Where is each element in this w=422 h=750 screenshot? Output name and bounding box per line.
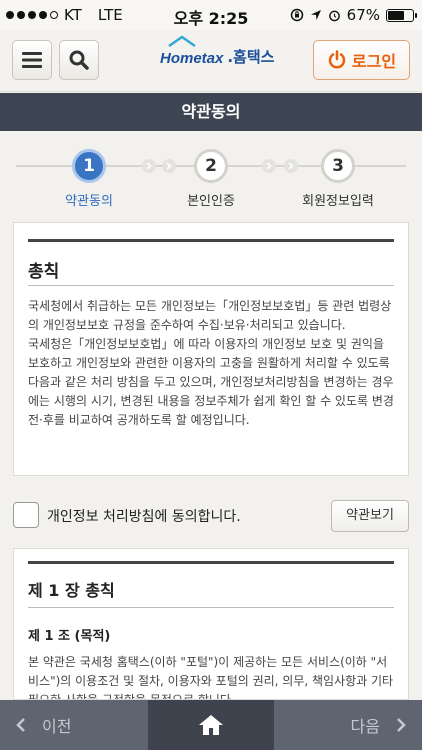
article-body: 본 약관은 국세청 홈택스(이하 "포털")이 제공하는 모든 서비스(이하 "… — [28, 655, 394, 700]
agree-row: 개인정보 처리방침에 동의합니다. 약관보기 — [13, 498, 409, 532]
login-button[interactable]: 로그인 — [313, 40, 410, 80]
terms-paragraph: 국세청에서 취급하는 모든 개인정보는「개인정보보호법」등 관련 법령상의 개인… — [28, 299, 392, 332]
alarm-clock-icon — [328, 10, 340, 21]
step-2-circle: 2 — [194, 149, 228, 183]
next-label: 다음 — [350, 717, 380, 736]
divider — [28, 607, 394, 608]
logo-text-en: Hometax — [160, 50, 224, 67]
power-icon — [328, 50, 346, 69]
step-progress: 1 2 3 약관동의 본인인증 회원정보입력 — [0, 131, 422, 216]
terms-body: 국세청에서 취급하는 모든 개인정보는「개인정보보호법」등 관련 법령상의 개인… — [28, 297, 398, 430]
home-icon — [199, 715, 223, 735]
menu-button[interactable] — [12, 40, 52, 80]
page-title: 약관동의 — [0, 93, 422, 131]
app-header: Hometax .홈택스 로그인 — [0, 30, 422, 92]
step-3-label: 회원정보입력 — [302, 194, 374, 209]
divider — [28, 285, 394, 286]
divider — [28, 561, 394, 564]
prev-button[interactable]: 이전 — [0, 700, 148, 750]
service-terms-box[interactable]: 제 1 장 총칙 제 1 조 (목적) 본 약관은 국세청 홈택스(이하 "포털… — [13, 548, 409, 700]
view-terms-button[interactable]: 약관보기 — [331, 500, 409, 532]
step-2-label: 본인인증 — [187, 194, 235, 209]
location-arrow-icon — [310, 10, 321, 20]
chevron-right-icon — [397, 718, 406, 732]
hometax-logo[interactable]: Hometax .홈택스 — [160, 35, 275, 67]
chevron-left-icon — [16, 718, 25, 732]
chevron-right-icon — [284, 159, 298, 173]
logo-text-kr: .홈택스 — [227, 48, 275, 66]
chevron-right-icon — [262, 159, 276, 173]
step-1-label: 약관동의 — [65, 194, 113, 209]
home-button[interactable] — [148, 700, 274, 750]
step-3-circle: 3 — [321, 149, 355, 183]
login-label: 로그인 — [351, 52, 397, 71]
search-button[interactable] — [59, 40, 99, 80]
terms-paragraph: 국세청은「개인정보보호법」에 따라 이용자의 개인정보 보호 및 권익을 보호하… — [28, 337, 394, 427]
agree-checkbox[interactable] — [13, 502, 39, 528]
magnifier-icon — [69, 50, 89, 70]
terms-heading: 총칙 — [28, 262, 60, 282]
rotation-lock-icon — [290, 8, 303, 22]
chapter-heading: 제 1 장 총칙 — [28, 581, 115, 600]
privacy-terms-box[interactable]: 총칙 국세청에서 취급하는 모든 개인정보는「개인정보보호법」등 관련 법령상의… — [13, 222, 409, 476]
status-bar: KT LTE 오후 2:25 67% — [0, 0, 422, 30]
battery-percent: 67% — [346, 6, 380, 24]
hamburger-icon — [22, 52, 42, 68]
chevron-right-icon — [142, 159, 156, 173]
divider — [28, 239, 394, 242]
next-button[interactable]: 다음 — [274, 700, 422, 750]
bottom-nav: 이전 다음 — [0, 700, 422, 750]
chevron-right-icon — [162, 159, 176, 173]
house-roof-icon — [168, 35, 196, 47]
battery-icon — [386, 8, 417, 22]
prev-label: 이전 — [42, 717, 72, 736]
article-title: 제 1 조 (목적) — [28, 629, 111, 644]
agree-label[interactable]: 개인정보 처리방침에 동의합니다. — [47, 506, 241, 526]
step-1-circle: 1 — [72, 149, 106, 183]
